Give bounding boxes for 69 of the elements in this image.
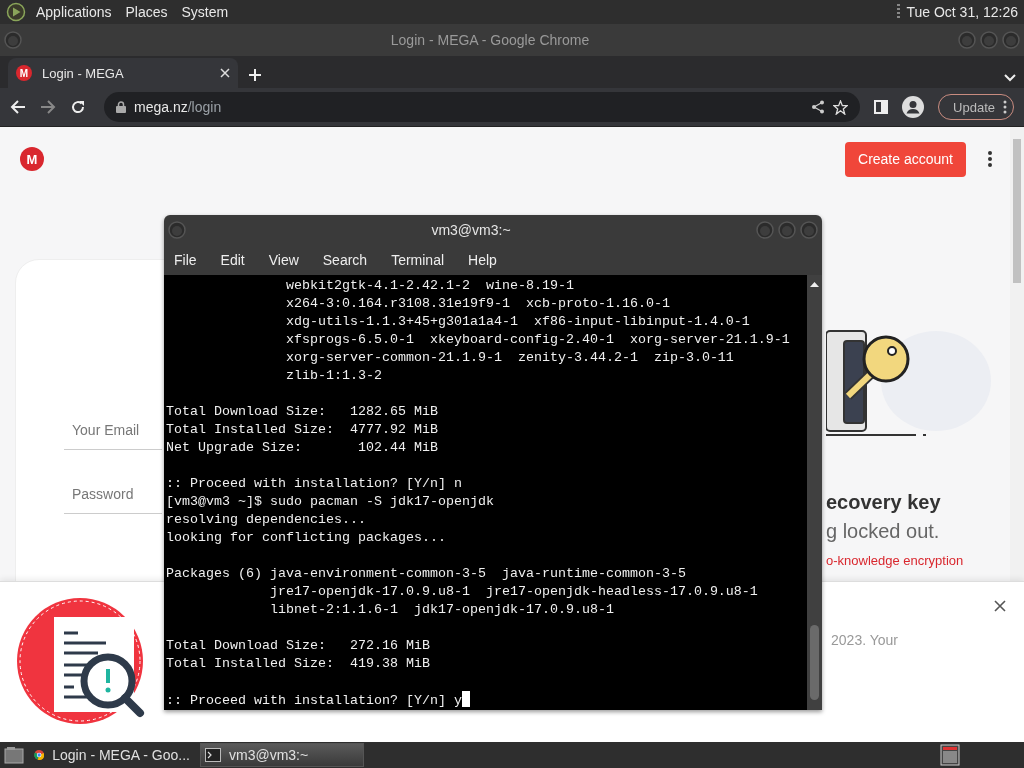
menu-item[interactable]: View [268,252,299,268]
terminal-line: Net Upgrade Size: 102.44 MiB [166,440,438,455]
forward-icon[interactable] [40,99,56,115]
taskbar-item[interactable]: Login - MEGA - Goo... [30,743,194,767]
menu-item[interactable]: Places [121,4,172,20]
address-field[interactable]: mega.nz/login [104,92,861,122]
favicon-icon: M [16,65,32,81]
encryption-link[interactable]: o-knowledge encryption [826,553,964,568]
close-icon[interactable] [994,600,1006,612]
back-icon[interactable] [10,99,26,115]
menu-item[interactable]: Search [322,252,368,268]
browser-icon [34,747,45,763]
menu-item[interactable]: Terminal [391,252,445,268]
terminal-line: :: Proceed with installation? [Y/n] n [166,476,462,491]
terminal-line: x264-3:0.164.r3108.31e19f9-1 xcb-proto-1.16.0-1 [284,296,670,311]
terminal-line: Total Download Size: 1282.65 MiB [166,404,438,419]
chevron-down-icon[interactable] [1004,74,1016,82]
terminal-line: :: Proceed with installation? [Y/n] y [166,693,462,708]
terminal-line: jre17-openjdk-17.0.9.u8-1 jre17-openjdk-headless-17.0.9.u8-1 [268,584,758,599]
email-field[interactable]: Your Email [64,410,162,450]
terminal-line: xfsprogs-6.5.0-1 xkeyboard-config-2.40-1 xorg-server-21.1.9-1 [284,332,790,347]
terminal-line: resolving dependencies... [166,512,366,527]
terminal-line: [vm3@vm3 ~]$ sudo pacman -S jdk17-openjdk [166,494,494,509]
terminal-line: looking for conflicting packages... [166,530,446,545]
workspace-icon[interactable] [940,744,960,766]
banner-text: 2023. Your [831,632,898,648]
more-vertical-icon[interactable] [988,151,992,167]
browser-tab[interactable]: M Login - MEGA [8,58,238,88]
window-title: vm3@vm3:~ [430,222,512,238]
create-account-button[interactable]: Create account [845,141,966,177]
terminal-line: zlib-1:1.3-2 [284,368,382,383]
scroll-up-icon[interactable] [807,279,822,289]
menu-item[interactable]: Edit [220,252,245,268]
terminal-line: xdg-utils-1.1.3+45+g301a1a4-1 xf86-input-libinput-1.4.0-1 [284,314,750,329]
show-desktop-icon[interactable] [4,746,24,764]
terminal-line: libnet-2:1.1.6-1 jdk17-openjdk-17.0.9.u8-1 [268,602,614,617]
url-text: mega.nz/login [134,99,222,115]
tab-title: Login - MEGA [42,65,125,81]
scrollbar-thumb[interactable] [1013,139,1021,283]
distro-logo-icon[interactable] [6,2,26,22]
taskbar-item[interactable]: vm3@vm3:~ [200,743,364,767]
terminal-line: webkit2gtk-4.1-2.42.1-2 wine-8.19-1 [284,278,574,293]
terminal-line: Total Installed Size: 419.38 MiB [166,656,430,671]
scrollbar-thumb[interactable] [810,625,819,700]
new-tab-icon[interactable] [248,68,262,82]
menu-item[interactable]: Applications [32,4,116,20]
clock-text: Tue Oct 31, 12:26 [906,4,1018,20]
menu-item[interactable]: File [174,252,197,268]
reload-icon[interactable] [70,99,86,115]
heading-text: ecovery key [826,491,942,514]
terminal-line: Total Download Size: 272.16 MiB [166,638,430,653]
scrollbar[interactable] [1010,127,1024,583]
terminal-line: Packages (6) java-environment-common-3-5 java-runtime-common-3-5 [166,566,686,581]
side-panel-icon[interactable] [874,100,889,114]
more-vertical-icon [1003,100,1007,114]
menu-item[interactable]: Help [468,252,497,268]
star-icon[interactable] [833,99,849,115]
menu-item[interactable]: System [177,4,233,20]
terminal-line: Total Installed Size: 4777.92 MiB [166,422,438,437]
profile-avatar-icon[interactable] [902,96,925,118]
share-icon[interactable] [811,100,826,114]
terminal-line: xorg-server-common-21.1.9-1 zenity-3.44.2-1 zip-3.0-11 [284,350,734,365]
window-title: Login - MEGA - Google Chrome [389,32,591,48]
terminal-icon [205,748,221,762]
logo-icon[interactable]: M [20,147,44,171]
password-field[interactable]: Password [64,474,162,514]
lock-icon [116,101,126,113]
scrollbar[interactable] [807,275,822,710]
subtitle-text: g locked out. [826,520,941,543]
